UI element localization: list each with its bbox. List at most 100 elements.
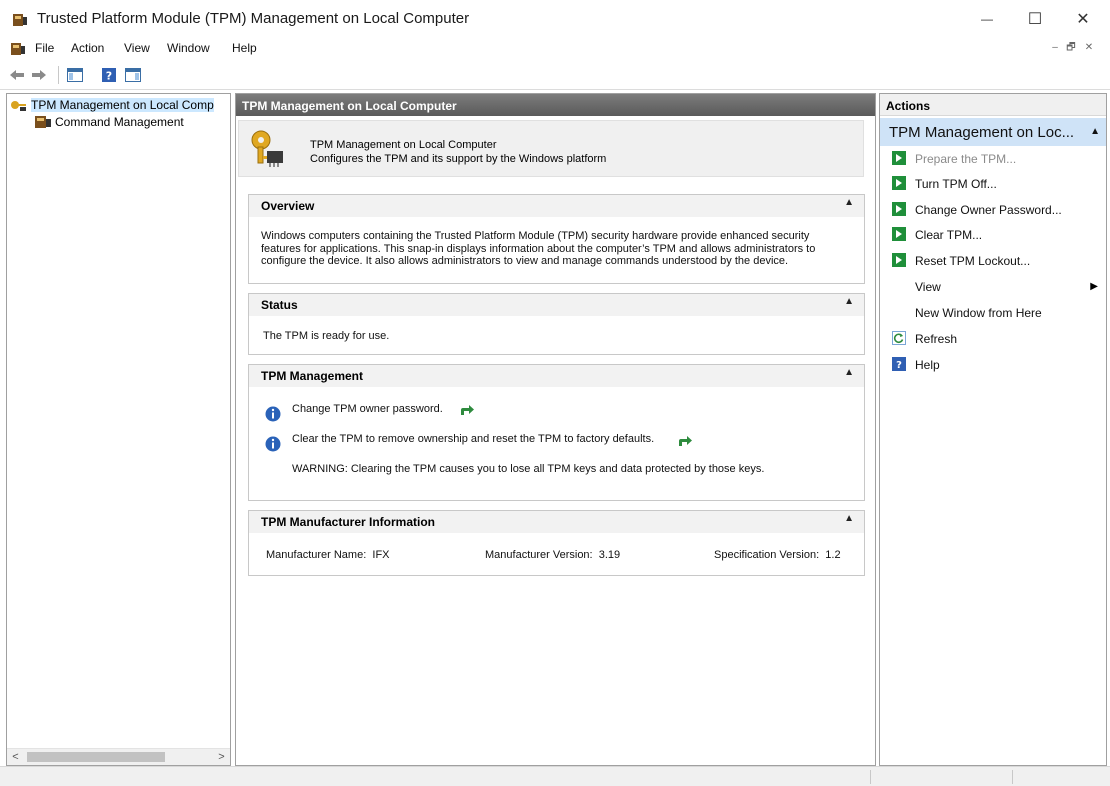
close-button[interactable]: ✕	[1060, 0, 1106, 38]
action-prepare-tpm[interactable]: Prepare the TPM...	[880, 146, 1106, 172]
action-view[interactable]: View ▶	[880, 274, 1106, 300]
maximize-button[interactable]: ☐	[1012, 0, 1058, 38]
manufacturer-version: Manufacturer Version: 3.19	[485, 549, 620, 562]
banner-description: Configures the TPM and its support by th…	[310, 153, 607, 165]
submenu-arrow-icon: ▶	[1090, 281, 1098, 292]
actions-pane: Actions TPM Management on Loc... ▲ Prepa…	[879, 93, 1107, 766]
specification-version-value: 1.2	[825, 549, 841, 561]
action-clear-tpm[interactable]: Clear TPM...	[880, 222, 1106, 248]
action-label: Refresh	[915, 332, 958, 346]
tpm-key-chip-icon	[11, 100, 26, 111]
actions-header: Actions	[880, 94, 1106, 116]
svg-text:?: ?	[106, 70, 112, 83]
forward-button[interactable]	[30, 66, 48, 84]
menu-bar: File Action View Window Help – 🗗 ✕	[0, 38, 1110, 60]
green-action-icon	[892, 176, 906, 190]
results-pane: TPM Management on Local Computer TPM Man…	[235, 93, 876, 766]
action-reset-tpm-lockout[interactable]: Reset TPM Lockout...	[880, 248, 1106, 274]
tree-item-command-management[interactable]: Command Management	[34, 113, 214, 130]
tree-item-label: TPM Management on Local Comp	[31, 97, 214, 112]
action-label: New Window from Here	[915, 306, 1042, 320]
window-title: Trusted Platform Module (TPM) Management…	[37, 10, 470, 27]
tpm-management-section-header[interactable]: TPM Management ▲	[249, 365, 864, 387]
help-icon: ?	[102, 68, 116, 83]
action-refresh[interactable]: Refresh	[880, 326, 1106, 352]
mdi-close-button[interactable]: ✕	[1083, 42, 1095, 54]
tree-horizontal-scrollbar[interactable]: < >	[7, 748, 230, 765]
menu-action[interactable]: Action	[71, 41, 104, 55]
mdi-minimize-button[interactable]: –	[1049, 42, 1061, 54]
info-banner: TPM Management on Local Computer Configu…	[238, 120, 864, 177]
back-button[interactable]	[8, 66, 26, 84]
close-icon: ✕	[1076, 11, 1090, 28]
overview-line: configure the device. It also allows adm…	[261, 255, 789, 267]
tpm-management-section: TPM Management ▲ Change TPM owner passwo…	[248, 364, 865, 501]
overview-section-header[interactable]: Overview ▲	[249, 195, 864, 217]
section-title: TPM Management	[261, 369, 364, 383]
results-pane-body: TPM Management on Local Computer Configu…	[236, 116, 875, 765]
overview-line: features for applications. This snap-in …	[261, 242, 816, 255]
collapse-icon[interactable]: ▲	[844, 367, 854, 378]
toolbar-separator	[58, 66, 59, 84]
actions-group-header[interactable]: TPM Management on Loc... ▲	[880, 118, 1106, 146]
action-turn-tpm-off[interactable]: Turn TPM Off...	[880, 171, 1106, 197]
status-text: The TPM is ready for use.	[263, 330, 390, 342]
menu-window[interactable]: Window	[167, 41, 210, 55]
menu-file[interactable]: File	[35, 41, 54, 55]
collapse-icon[interactable]: ▲	[844, 197, 854, 208]
status-bar-separator	[870, 770, 871, 784]
green-action-icon	[892, 151, 906, 165]
action-label: Help	[915, 358, 940, 372]
status-section-header[interactable]: Status ▲	[249, 294, 864, 316]
show-hide-console-tree-icon	[67, 68, 83, 82]
maximize-icon: ☐	[1027, 11, 1043, 28]
status-bar	[0, 766, 1110, 786]
tpm-manufacturer-section-header[interactable]: TPM Manufacturer Information ▲	[249, 511, 864, 533]
info-icon	[265, 436, 281, 452]
action-label: Prepare the TPM...	[915, 152, 1017, 166]
green-arrow-icon[interactable]	[677, 436, 693, 448]
back-arrow-icon	[10, 70, 24, 80]
help-toolbar-button[interactable]: ?	[100, 66, 118, 84]
overview-section: Overview ▲ Windows computers containing …	[248, 194, 865, 284]
show-hide-action-pane-icon	[125, 68, 141, 82]
help-icon: ?	[892, 357, 906, 371]
scroll-right-button[interactable]: >	[213, 749, 230, 765]
green-action-icon	[892, 227, 906, 241]
action-help[interactable]: ? Help	[880, 352, 1106, 378]
show-hide-action-pane-button[interactable]	[124, 66, 142, 84]
status-bar-separator	[1012, 770, 1013, 784]
manufacturer-name: Manufacturer Name: IFX	[266, 549, 390, 562]
tree-item-label: Command Management	[55, 114, 184, 129]
tree-item-tpm-management[interactable]: TPM Management on Local Comp	[10, 96, 214, 113]
green-action-icon	[892, 202, 906, 216]
minimize-button[interactable]: —	[964, 0, 1010, 38]
forward-arrow-icon	[32, 70, 46, 80]
collapse-icon[interactable]: ▲	[844, 513, 854, 524]
collapse-icon[interactable]: ▲	[1090, 126, 1100, 137]
collapse-icon[interactable]: ▲	[844, 296, 854, 307]
refresh-icon	[892, 331, 906, 345]
clear-tpm-warning-text: WARNING: Clearing the TPM causes you to …	[292, 463, 765, 475]
action-change-owner-password[interactable]: Change Owner Password...	[880, 197, 1106, 223]
actions-group-title: TPM Management on Loc...	[889, 124, 1075, 141]
console-tree-pane: TPM Management on Local Comp Command Man…	[6, 93, 231, 766]
results-pane-header: TPM Management on Local Computer	[236, 94, 875, 116]
tpm-manufacturer-section: TPM Manufacturer Information ▲ Manufactu…	[248, 510, 865, 576]
action-new-window-from-here[interactable]: New Window from Here	[880, 300, 1106, 326]
green-arrow-icon[interactable]	[459, 405, 475, 417]
overview-text: Windows computers containing the Trusted…	[261, 230, 815, 268]
manufacturer-name-label: Manufacturer Name:	[266, 549, 367, 561]
svg-text:?: ?	[896, 360, 902, 371]
menu-help[interactable]: Help	[232, 41, 257, 55]
menu-view[interactable]: View	[124, 41, 150, 55]
manufacturer-name-value: IFX	[372, 549, 390, 561]
command-management-icon	[35, 115, 51, 128]
system-menu-icon[interactable]	[10, 41, 26, 57]
scroll-thumb[interactable]	[27, 752, 165, 762]
show-hide-console-tree-button[interactable]	[66, 66, 84, 84]
scroll-left-button[interactable]: <	[7, 749, 24, 765]
manufacturer-version-label: Manufacturer Version:	[485, 549, 593, 561]
mdi-restore-button[interactable]: 🗗	[1065, 42, 1077, 54]
change-owner-password-link-text: Change TPM owner password.	[292, 403, 443, 415]
